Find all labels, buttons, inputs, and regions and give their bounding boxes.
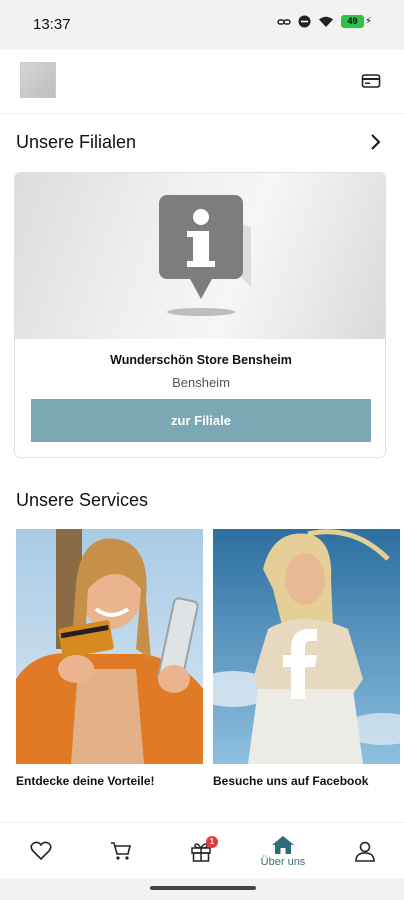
store-city: Bensheim xyxy=(172,375,230,390)
nav-item-profile[interactable] xyxy=(330,823,400,879)
service-label-benefits[interactable]: Entdecke deine Vorteile! xyxy=(16,774,155,788)
cart-icon xyxy=(111,842,132,860)
store-name: Wunderschön Store Bensheim xyxy=(110,353,292,367)
service-card-facebook[interactable] xyxy=(213,529,400,764)
store-image xyxy=(15,173,385,339)
battery-icon: 49 ⚡ xyxy=(340,15,372,28)
info-pin-icon xyxy=(159,195,251,316)
woman-with-card-photo xyxy=(16,529,203,764)
heart-icon xyxy=(30,841,52,861)
service-card-benefits[interactable] xyxy=(16,529,203,764)
store-card[interactable]: Wunderschön Store Bensheim Bensheim zur … xyxy=(14,172,386,458)
status-bar: 13:37 49 ⚡ xyxy=(0,0,404,50)
card-icon[interactable] xyxy=(360,70,382,92)
status-time: 13:37 xyxy=(33,16,71,33)
battery-level: 49 xyxy=(340,15,364,28)
charging-icon: ⚡ xyxy=(364,16,372,27)
app-header xyxy=(0,50,404,114)
chevron-right-icon[interactable] xyxy=(366,133,384,151)
nav-label-about: Über uns xyxy=(260,855,306,868)
home-gesture-bar[interactable] xyxy=(150,886,256,890)
gift-badge: 1 xyxy=(206,836,218,848)
do-not-disturb-icon xyxy=(298,15,311,28)
user-icon xyxy=(355,841,375,862)
service-label-facebook[interactable]: Besuche uns auf Facebook xyxy=(213,774,368,788)
status-icons: 49 ⚡ xyxy=(277,15,372,28)
gesture-area xyxy=(0,878,404,900)
to-store-button[interactable]: zur Filiale xyxy=(31,399,371,442)
nav-item-cart[interactable] xyxy=(86,823,156,879)
stores-section-title: Unsere Filialen xyxy=(16,132,137,152)
facebook-photo xyxy=(213,529,400,764)
nav-item-gifts[interactable]: 1 xyxy=(166,823,236,879)
home-icon xyxy=(272,835,294,854)
services-section-title: Unsere Services xyxy=(16,490,149,510)
nav-item-about[interactable]: Über uns xyxy=(248,823,318,879)
store-logo[interactable] xyxy=(20,62,56,98)
link-icon xyxy=(277,18,291,25)
nav-item-favorites[interactable] xyxy=(6,823,76,879)
bottom-nav: 1 Über uns xyxy=(0,822,404,878)
wifi-icon xyxy=(318,16,333,27)
